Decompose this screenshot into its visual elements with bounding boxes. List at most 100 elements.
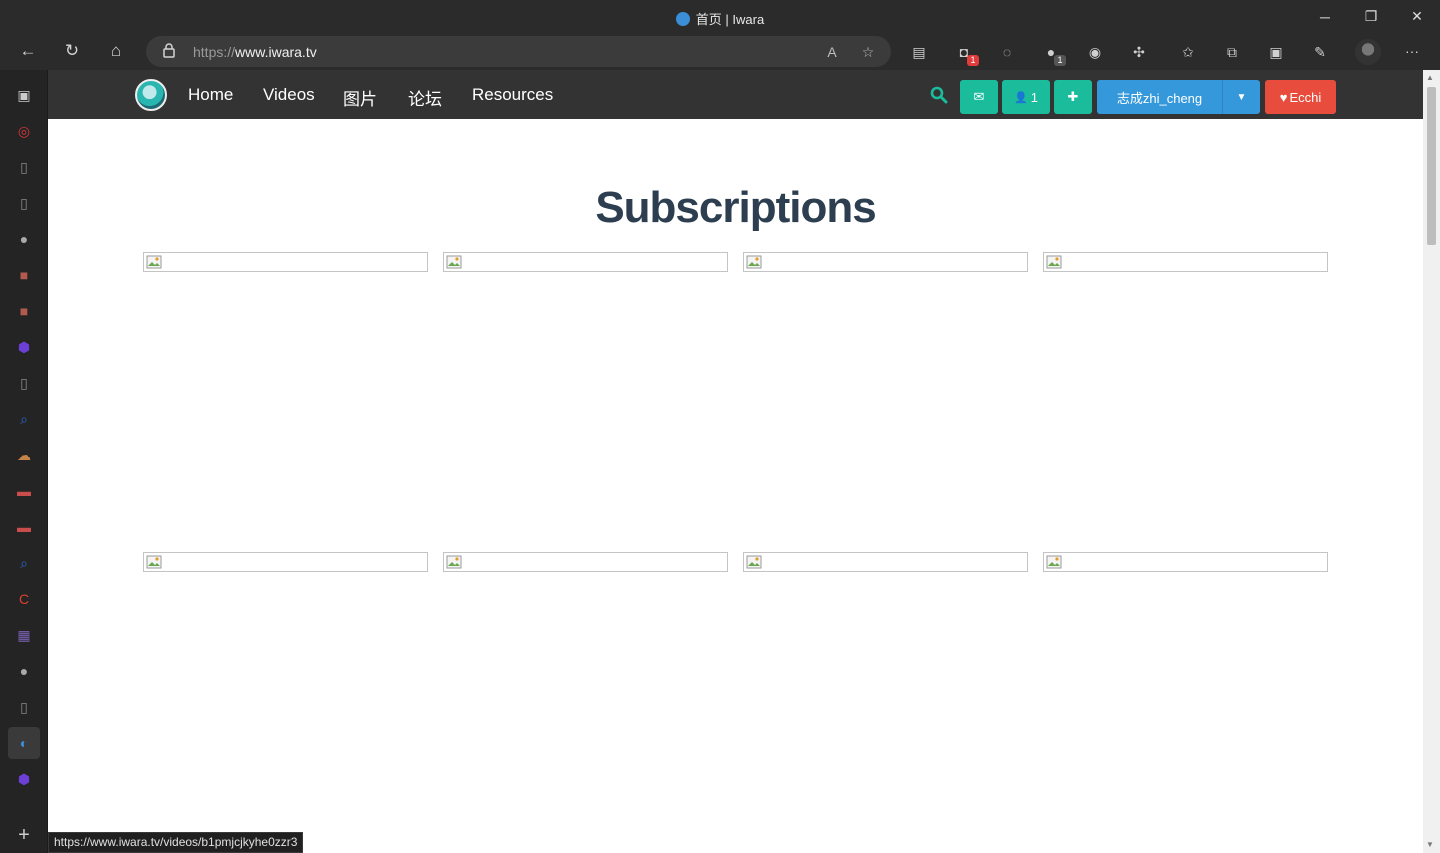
page-viewport: Home Videos 图片 论坛 Resources ✉ 👤 1 ✚ 志成zhi… [48,70,1423,853]
puzzle-icon-glyph: ✣ [1133,43,1145,60]
bookmark-red-icon[interactable]: ■ [8,259,40,291]
scroll-down-arrow-icon[interactable]: ▼ [1426,840,1434,849]
broken-image-icon [146,555,162,569]
address-bar[interactable]: https://www.iwara.tv A ☆ [146,36,891,67]
page-icon-glyph: ▤ [912,43,926,60]
tab-actions-icon[interactable]: ▣ [8,79,40,111]
video-thumbnail[interactable] [1043,252,1328,272]
user-menu-button[interactable]: 志成zhi_cheng [1097,80,1222,114]
broken-image-icon [1046,255,1062,269]
broken-image-icon [146,255,162,269]
github-icon[interactable]: ● [8,223,40,255]
page-title: Subscriptions [595,183,876,232]
url-text[interactable]: https://www.iwara.tv [193,44,317,60]
video-thumbnail[interactable] [143,552,428,572]
document-gear-icon[interactable]: ▯ [8,367,40,399]
lock-icon[interactable] [163,43,175,58]
nav-videos-link[interactable]: Videos [263,85,315,105]
document-settings-icon[interactable]: ▯ [8,187,40,219]
video-thumbnail[interactable] [743,552,1028,572]
nav-forum-link[interactable]: 论坛 [408,85,442,110]
site-navbar: Home Videos 图片 论坛 Resources ✉ 👤 1 ✚ 志成zhi… [48,70,1423,119]
calendar-icon[interactable]: ▦ [8,619,40,651]
add-content-button[interactable]: ✚ [1054,80,1092,114]
page-icon[interactable]: ▤ [908,41,930,63]
window-title-bar: 首页 | Iwara ─ ❐ ✕ [0,0,1440,33]
search-small-2-icon[interactable]: ⌕ [8,547,40,579]
bookmark-red-2-icon[interactable]: ■ [8,295,40,327]
tab-icon[interactable]: ◘ 1 [953,41,979,66]
scrollbar-thumb[interactable] [1427,87,1436,245]
video-thumbnail[interactable] [443,552,728,572]
feedback-icon-glyph: ✎ [1314,43,1326,60]
cat-icon[interactable]: ◌ [996,41,1018,63]
add-favorite-icon[interactable]: ☆ [858,42,878,62]
broken-image-icon [446,255,462,269]
iwara-tab-icon[interactable]: ◐ [8,727,40,759]
favorites-icon[interactable]: ✩ [1177,41,1199,63]
github-2-icon[interactable]: ● [8,655,40,687]
screenshot-icon[interactable]: ▣ [1265,41,1287,63]
hexagon-icon[interactable]: ⬢ [8,331,40,363]
ecchi-toggle-button[interactable]: ♥ Ecchi [1265,80,1336,114]
owl-icon[interactable]: ◉ [1084,41,1106,63]
user-dropdown-toggle[interactable]: ▼ [1222,80,1260,114]
puzzle-icon[interactable]: ✣ [1128,41,1150,63]
page-scrollbar[interactable]: ▲ ▼ [1423,70,1440,853]
screenshot-icon-glyph: ▣ [1269,43,1283,60]
scroll-up-arrow-icon[interactable]: ▲ [1426,73,1434,82]
sidebar-add-button[interactable]: + [8,819,40,851]
url-prefix: https:// [193,44,236,60]
username-label: 志成zhi_cheng [1116,90,1203,106]
tab-badge: 1 [967,55,979,66]
video-thumbnail[interactable] [443,252,728,272]
red-extension-icon[interactable]: ● 1 [1040,41,1066,66]
document-2-icon[interactable]: ▯ [8,691,40,723]
red-extension-badge: 1 [1054,55,1066,66]
heart-icon: ♥ [1279,89,1288,105]
favorites-icon-glyph: ✩ [1182,43,1194,60]
c-app-icon[interactable]: C [8,583,40,615]
broken-image-icon [446,555,462,569]
pdf-icon[interactable]: ▬ [8,475,40,507]
home-button[interactable]: ⌂ [100,36,132,66]
read-aloud-icon[interactable]: A [822,42,842,62]
nav-home-link[interactable]: Home [188,85,233,105]
video-thumbnail[interactable] [143,252,428,272]
profile-avatar[interactable] [1355,39,1381,65]
broken-image-icon [1046,555,1062,569]
settings-more-button[interactable]: ··· [1396,36,1428,66]
weibo-icon[interactable]: ◎ [8,115,40,147]
user-icon: 👤 [1014,91,1028,104]
envelope-icon: ✉ [973,89,985,104]
url-host: www.iwara.tv [235,44,317,60]
feedback-icon[interactable]: ✎ [1309,41,1331,63]
plus-icon: ✚ [1067,89,1079,104]
hexagon-2-icon[interactable]: ⬢ [8,763,40,795]
document-icon[interactable]: ▯ [8,151,40,183]
cat-icon-glyph: ◌ [1002,44,1012,60]
video-thumbnail[interactable] [1043,552,1328,572]
friends-count: 1 [1030,89,1038,105]
collections-icon[interactable]: ⧉ [1221,41,1243,63]
pdf-2-icon[interactable]: ▬ [8,511,40,543]
owl-icon-glyph: ◉ [1088,43,1102,60]
messages-button[interactable]: ✉ [960,80,998,114]
search-small-icon[interactable]: ⌕ [8,403,40,435]
caret-down-icon: ▼ [1236,91,1247,103]
restore-button[interactable]: ❐ [1348,0,1394,33]
ecchi-label: Ecchi [1289,89,1322,105]
close-window-button[interactable]: ✕ [1394,0,1440,33]
broken-image-icon [746,255,762,269]
cloud-icon[interactable]: ☁ [8,439,40,471]
refresh-button[interactable]: ↻ [56,36,88,66]
friends-button[interactable]: 👤 1 [1002,80,1050,114]
nav-resources-link[interactable]: Resources [472,85,553,105]
minimize-button[interactable]: ─ [1302,0,1348,33]
iwara-logo[interactable] [135,79,167,111]
search-icon[interactable] [930,86,948,104]
video-thumbnail[interactable] [743,252,1028,272]
back-button[interactable]: ← [12,36,44,66]
browser-sidebar: ▣ ◎ ▯ ▯ ● ■ ■ ⬢ ▯ ⌕ ☁ ▬ ▬ ⌕ C ▦ ● ▯ ◐ ⬢ + [0,70,48,853]
nav-images-link[interactable]: 图片 [343,85,377,110]
